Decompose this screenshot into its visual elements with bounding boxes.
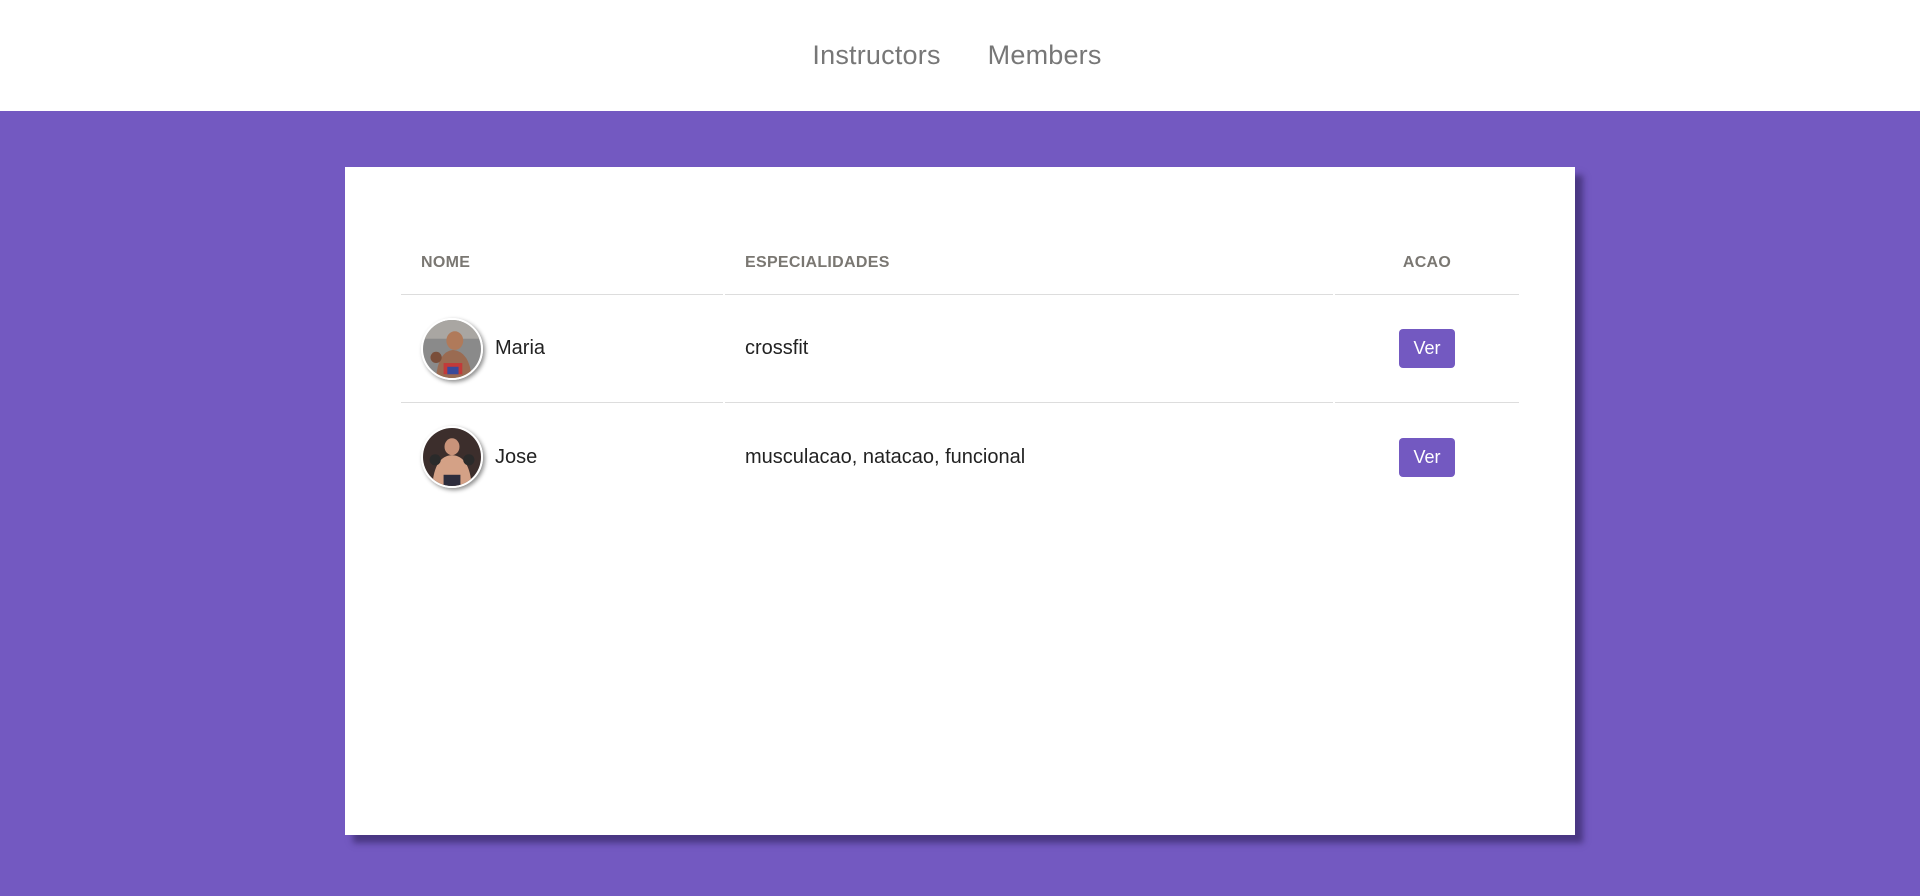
nav-link-instructors[interactable]: Instructors xyxy=(812,40,940,71)
action-cell: Ver xyxy=(1335,403,1519,511)
instructors-table: NOME ESPECIALIDADES ACAO Maria crossfit … xyxy=(399,221,1521,511)
column-header-specialties: ESPECIALIDADES xyxy=(725,221,1333,295)
table-header-row: NOME ESPECIALIDADES ACAO xyxy=(401,221,1519,295)
avatar xyxy=(421,317,483,380)
column-header-action: ACAO xyxy=(1335,221,1519,295)
top-nav: Instructors Members xyxy=(0,0,1920,111)
name-cell: Maria xyxy=(401,295,723,403)
action-cell: Ver xyxy=(1335,295,1519,403)
nav-link-members[interactable]: Members xyxy=(988,40,1102,71)
instructor-name: Jose xyxy=(495,445,538,468)
specialties-cell: crossfit xyxy=(725,295,1333,403)
main-area: NOME ESPECIALIDADES ACAO Maria crossfit … xyxy=(0,111,1920,896)
view-button[interactable]: Ver xyxy=(1399,329,1455,368)
instructor-name: Maria xyxy=(495,337,546,359)
instructors-card: NOME ESPECIALIDADES ACAO Maria crossfit … xyxy=(345,167,1575,835)
view-button[interactable]: Ver xyxy=(1399,437,1455,477)
name-cell: Jose xyxy=(401,403,723,511)
column-header-name: NOME xyxy=(401,221,723,295)
table-row: Maria crossfit Ver xyxy=(401,295,1519,403)
table-row: Jose musculacao, natacao, funcional Ver xyxy=(401,403,1519,511)
avatar xyxy=(421,426,483,488)
specialties-cell: musculacao, natacao, funcional xyxy=(745,445,1026,468)
